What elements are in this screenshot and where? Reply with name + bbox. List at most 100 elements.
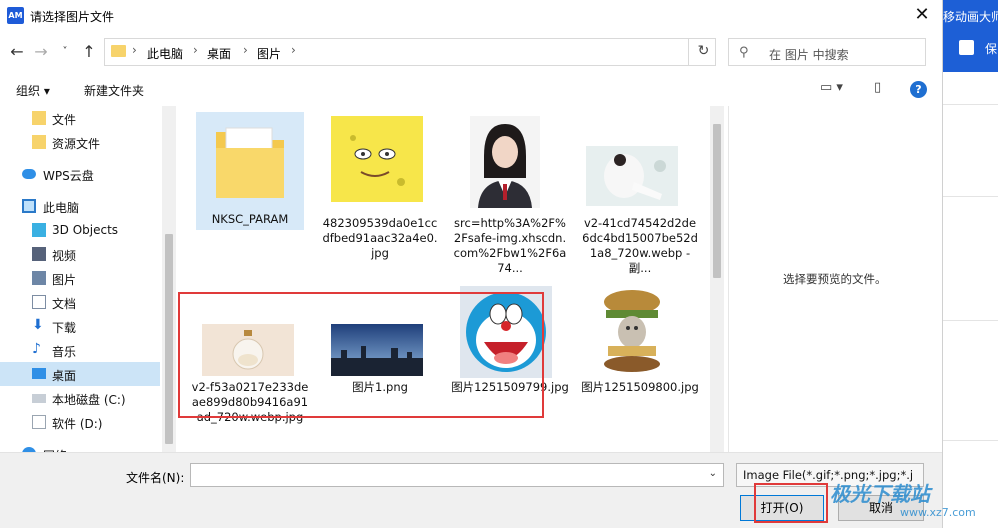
woman-thumbnail bbox=[586, 146, 678, 206]
crumb-separator: › bbox=[193, 43, 198, 57]
file-name: src=http%3A%2F%2Fsafe-img.xhscdn.com%2Fb… bbox=[453, 216, 567, 275]
nav-scrollbar-thumb[interactable] bbox=[165, 234, 173, 444]
nav-item-music[interactable]: ♪ 音乐 bbox=[0, 338, 160, 362]
computer-icon bbox=[22, 199, 36, 213]
dialog-title: 请选择图片文件 bbox=[30, 10, 115, 24]
filename-field[interactable]: ⌄ bbox=[190, 463, 724, 487]
file-tile[interactable]: NKSC_PARAM bbox=[196, 112, 304, 230]
nav-item-3d-objects[interactable]: 3D Objects bbox=[0, 218, 160, 242]
new-folder-button[interactable]: 新建文件夹 bbox=[84, 82, 144, 99]
nav-item-videos[interactable]: 视频 bbox=[0, 242, 160, 266]
folder-icon bbox=[32, 135, 46, 149]
nav-label: 软件 (D:) bbox=[52, 417, 103, 431]
preview-hint: 选择要预览的文件。 bbox=[783, 272, 887, 286]
nav-scrollbar[interactable] bbox=[162, 106, 176, 452]
nav-label: 下载 bbox=[52, 321, 77, 335]
file-tile[interactable]: v2-41cd74542d2de6dc4bd15007be52d1a8_720w… bbox=[582, 112, 698, 275]
divider bbox=[943, 104, 998, 105]
forward-button[interactable]: → bbox=[30, 40, 52, 64]
nav-item-drive-c[interactable]: 本地磁盘 (C:) bbox=[0, 386, 160, 410]
drive-icon bbox=[32, 415, 46, 429]
refresh-button[interactable]: ↻ bbox=[688, 38, 718, 66]
nav-label: 文件 bbox=[52, 113, 77, 127]
highlight-box bbox=[178, 292, 544, 418]
navigation-pane: 文件 资源文件 WPS云盘 此电脑 3D Objects 视频 图片 文档 ⬇ … bbox=[0, 106, 166, 452]
file-name: v2-41cd74542d2de6dc4bd15007be52d1a8_720w… bbox=[582, 216, 698, 275]
folder-icon bbox=[111, 45, 126, 57]
breadcrumb-this-pc[interactable]: 此电脑 bbox=[147, 45, 183, 62]
crumb-separator: › bbox=[243, 43, 248, 57]
chevron-down-icon[interactable]: ⌄ bbox=[709, 468, 717, 479]
video-icon bbox=[32, 247, 46, 261]
nav-item-wps-cloud[interactable]: WPS云盘 bbox=[0, 162, 160, 186]
nav-item-files[interactable]: 文件 bbox=[0, 106, 160, 130]
nav-label: 此电脑 bbox=[43, 201, 80, 215]
save-icon[interactable] bbox=[959, 40, 974, 55]
file-tile[interactable]: 482309539da0e1ccdfbed91aac32a4e0.jpg bbox=[322, 112, 438, 260]
filename-label: 文件名(N): bbox=[126, 471, 185, 485]
back-button[interactable]: ← bbox=[6, 40, 28, 64]
divider bbox=[943, 440, 998, 441]
title-bar: AM 请选择图片文件 ✕ bbox=[0, 0, 942, 32]
dialog-footer: 文件名(N): ⌄ Image File(*.gif;*.png;*.jpg;*… bbox=[0, 452, 942, 528]
content-scrollbar[interactable] bbox=[710, 106, 724, 452]
recent-locations-button[interactable]: ˅ bbox=[54, 40, 76, 64]
nav-label: 3D Objects bbox=[52, 223, 119, 237]
nav-label: 音乐 bbox=[52, 345, 77, 359]
download-icon: ⬇ bbox=[32, 317, 44, 333]
cube-icon bbox=[32, 223, 46, 237]
nav-label: 资源文件 bbox=[52, 137, 101, 151]
preview-pane: 选择要预览的文件。 bbox=[728, 106, 942, 452]
nav-label: WPS云盘 bbox=[43, 169, 94, 183]
crumb-separator: › bbox=[132, 43, 137, 57]
search-input[interactable]: ⚲ 在 图片 中搜索 bbox=[728, 38, 926, 66]
crumb-separator: › bbox=[291, 43, 296, 57]
address-field[interactable]: › 此电脑 › 桌面 › 图片 › ⌄ bbox=[104, 38, 769, 66]
nav-item-this-pc[interactable]: 此电脑 bbox=[0, 194, 160, 218]
nav-item-documents[interactable]: 文档 bbox=[0, 290, 160, 314]
breadcrumb-desktop[interactable]: 桌面 bbox=[207, 45, 231, 62]
nav-item-pictures[interactable]: 图片 bbox=[0, 266, 160, 290]
nav-label: 图片 bbox=[52, 273, 77, 287]
document-icon bbox=[32, 295, 46, 309]
address-bar: ← → ˅ ↑ › 此电脑 › 桌面 › 图片 › ⌄ ↻ ⚲ 在 图片 中搜索 bbox=[0, 36, 942, 68]
search-placeholder: 在 图片 中搜索 bbox=[769, 48, 849, 62]
breadcrumb-pictures[interactable]: 图片 bbox=[257, 45, 281, 62]
picture-icon bbox=[32, 271, 46, 285]
nav-label: 本地磁盘 (C:) bbox=[52, 393, 126, 407]
content-scrollbar-thumb[interactable] bbox=[713, 124, 721, 278]
nav-item-drive-d[interactable]: 软件 (D:) bbox=[0, 410, 160, 434]
save-label: 保 bbox=[985, 42, 998, 56]
close-button[interactable]: ✕ bbox=[902, 0, 942, 32]
nav-item-downloads[interactable]: ⬇ 下载 bbox=[0, 314, 160, 338]
burger-cat-thumbnail bbox=[586, 288, 678, 376]
nav-item-resources[interactable]: 资源文件 bbox=[0, 130, 160, 154]
help-icon[interactable]: ? bbox=[910, 81, 927, 98]
background-app: 移动画大师 保 bbox=[942, 0, 998, 528]
command-bar: 组织 ▾ 新建文件夹 ▭ ▾ ▯ ? bbox=[0, 74, 942, 104]
file-tile[interactable]: 图片1251509800.jpg bbox=[581, 286, 699, 426]
file-name: NKSC_PARAM bbox=[211, 212, 289, 226]
portrait-thumbnail bbox=[470, 116, 540, 208]
highlight-box bbox=[754, 483, 828, 523]
file-tile[interactable]: src=http%3A%2F%2Fsafe-img.xhscdn.com%2Fb… bbox=[454, 112, 566, 275]
view-options-icon[interactable]: ▭ ▾ bbox=[820, 80, 843, 95]
file-dialog: AM 请选择图片文件 ✕ ← → ˅ ↑ › 此电脑 › 桌面 › 图片 › ⌄… bbox=[0, 0, 942, 528]
search-icon: ⚲ bbox=[739, 45, 749, 60]
app-logo-icon: AM bbox=[7, 7, 24, 24]
up-button[interactable]: ↑ bbox=[78, 40, 100, 64]
organize-menu[interactable]: 组织 ▾ bbox=[16, 82, 50, 99]
file-name: 482309539da0e1ccdfbed91aac32a4e0.jpg bbox=[322, 216, 438, 260]
drive-icon bbox=[32, 394, 46, 403]
nav-label: 文档 bbox=[52, 297, 77, 311]
watermark-logo: 极光下载站 bbox=[830, 482, 930, 506]
folder-icon bbox=[32, 111, 46, 125]
divider bbox=[943, 320, 998, 321]
nav-label: 视频 bbox=[52, 249, 77, 263]
folder-icon bbox=[216, 127, 284, 198]
nav-item-desktop[interactable]: 桌面 bbox=[0, 362, 160, 386]
background-app-title: 移动画大师 bbox=[943, 10, 998, 24]
preview-pane-icon[interactable]: ▯ bbox=[874, 80, 881, 95]
watermark-url: www.xz7.com bbox=[900, 506, 976, 519]
nav-item-network[interactable]: 网络 bbox=[0, 442, 160, 452]
